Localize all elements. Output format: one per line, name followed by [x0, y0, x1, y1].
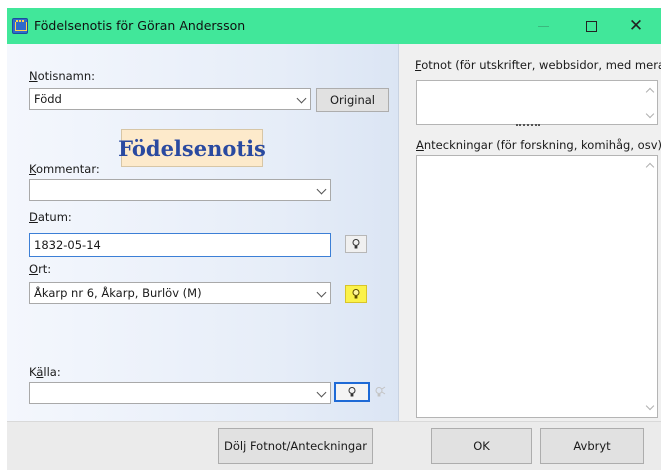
scroll-up-icon[interactable] [645, 162, 655, 172]
scroll-down-icon[interactable] [645, 401, 655, 411]
source-link-icon [375, 386, 386, 397]
fotnot-label: Fotnot (för utskrifter, webbsidor, med m… [415, 58, 661, 72]
maximize-button[interactable] [568, 8, 614, 44]
event-heading: Födelsenotis [118, 129, 266, 167]
scroll-down-icon[interactable] [645, 109, 655, 119]
datum-lightbulb-button[interactable] [345, 235, 367, 253]
kommentar-label: Kommentar: [29, 162, 100, 176]
chevron-down-icon [316, 387, 327, 398]
minimize-icon [537, 25, 549, 27]
datum-input[interactable]: 1832-05-14 [29, 233, 331, 257]
ort-value: Åkarp nr 6, Åkarp, Burlöv (M) [34, 286, 202, 300]
lightbulb-icon [352, 239, 360, 249]
notes-panel: Fotnot (för utskrifter, webbsidor, med m… [399, 44, 661, 421]
ort-select[interactable]: Åkarp nr 6, Åkarp, Burlöv (M) [29, 282, 331, 304]
kalla-source-button[interactable] [371, 383, 389, 401]
button-bar: Dölj Fotnot/Anteckningar OK Avbryt [7, 421, 661, 470]
chevron-down-icon [316, 287, 327, 298]
notisnamn-label: Notisnamn: [29, 69, 96, 83]
splitter-grip[interactable] [516, 124, 540, 126]
close-button[interactable]: ✕ [613, 8, 659, 44]
anteckningar-textarea[interactable] [416, 155, 658, 418]
window-title: Födelsenotis för Göran Andersson [34, 18, 246, 33]
maximize-icon [585, 20, 597, 32]
anteckningar-label: Anteckningar (för forskning, komihåg, os… [416, 138, 661, 152]
original-button[interactable]: Original [316, 88, 389, 112]
kommentar-select[interactable] [29, 179, 331, 201]
event-form-panel: Notisnamn: Född Original Födelsenotis Ko… [7, 44, 399, 421]
ok-button[interactable]: OK [431, 428, 532, 464]
datum-label: Datum: [29, 210, 72, 224]
title-bar: Födelsenotis för Göran Andersson ✕ [7, 8, 661, 44]
scroll-up-icon[interactable] [645, 87, 655, 97]
ort-lightbulb-button[interactable] [345, 285, 367, 303]
toggle-notes-button[interactable]: Dölj Fotnot/Anteckningar [218, 428, 373, 464]
notisnamn-value: Född [34, 92, 62, 106]
lightbulb-icon [348, 387, 356, 397]
kalla-select[interactable] [29, 382, 331, 404]
cancel-button[interactable]: Avbryt [540, 428, 644, 464]
kalla-lightbulb-button[interactable] [334, 382, 370, 402]
fotnot-textarea[interactable] [416, 80, 658, 125]
lightbulb-icon [352, 289, 360, 299]
minimize-button[interactable] [520, 8, 566, 44]
close-icon: ✕ [628, 15, 644, 36]
chevron-down-icon [316, 184, 327, 195]
chevron-down-icon [296, 93, 307, 104]
kalla-label: Källa: [29, 365, 61, 379]
family-tree-app-icon [12, 18, 28, 34]
notisnamn-select[interactable]: Född [29, 88, 311, 110]
ort-label: Ort: [29, 262, 52, 276]
datum-value: 1832-05-14 [34, 238, 101, 252]
event-heading-text: Födelsenotis [118, 135, 266, 161]
